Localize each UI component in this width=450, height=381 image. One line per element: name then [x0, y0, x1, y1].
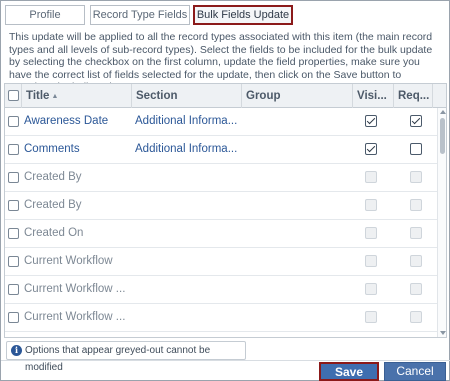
- visible-checkbox: [365, 283, 377, 295]
- grid-body: Awareness Date Additional Informa... Comme…: [5, 108, 437, 332]
- field-section: [135, 304, 239, 331]
- row-select-checkbox[interactable]: [8, 200, 19, 211]
- cancel-button[interactable]: Cancel: [384, 362, 446, 381]
- visible-checkbox[interactable]: [365, 143, 377, 155]
- tab-profile[interactable]: Profile: [5, 5, 85, 25]
- field-section: [135, 248, 239, 275]
- visible-checkbox: [365, 255, 377, 267]
- row-select-checkbox[interactable]: [8, 256, 19, 267]
- row-select-checkbox[interactable]: [8, 144, 19, 155]
- tab-record-type-fields[interactable]: Record Type Fields: [90, 5, 190, 25]
- scroll-down-icon[interactable]: [440, 331, 446, 335]
- header-select-cell: [5, 84, 22, 108]
- row-select-checkbox[interactable]: [8, 312, 19, 323]
- visible-checkbox: [365, 171, 377, 183]
- field-section: [135, 220, 239, 247]
- table-row[interactable]: Created By: [5, 192, 437, 220]
- save-button[interactable]: Save: [319, 362, 379, 381]
- row-select-checkbox[interactable]: [8, 172, 19, 183]
- checkmark-icon: [366, 115, 376, 125]
- checkmark-icon: [411, 115, 421, 125]
- checkmark-icon: [366, 143, 376, 153]
- field-section: [135, 164, 239, 191]
- table-row[interactable]: Created By: [5, 164, 437, 192]
- field-title[interactable]: Comments: [24, 136, 130, 163]
- required-checkbox: [410, 199, 422, 211]
- column-header-required[interactable]: Req...: [394, 84, 433, 108]
- scroll-up-icon[interactable]: [440, 110, 446, 114]
- select-all-checkbox[interactable]: [8, 90, 19, 101]
- info-icon: i: [11, 345, 22, 356]
- info-note: i Options that appear greyed-out cannot …: [6, 341, 246, 373]
- field-section: [135, 192, 239, 219]
- field-section[interactable]: Additional Informa...: [135, 136, 239, 163]
- table-row[interactable]: Current Workflow: [5, 248, 437, 276]
- required-checkbox: [410, 171, 422, 183]
- field-title: Created By: [24, 171, 82, 183]
- field-title: Current Workflow: [24, 255, 113, 267]
- table-row[interactable]: Created On: [5, 220, 437, 248]
- field-title: Current Workflow ...: [24, 311, 126, 323]
- field-title: Created On: [24, 227, 84, 239]
- visible-checkbox: [365, 199, 377, 211]
- field-title[interactable]: Awareness Date: [24, 108, 130, 135]
- visible-checkbox: [365, 311, 377, 323]
- sort-ascending-icon: ▲: [51, 93, 59, 100]
- tab-bulk-fields-update[interactable]: Bulk Fields Update: [193, 5, 293, 25]
- required-checkbox[interactable]: [410, 143, 422, 155]
- visible-checkbox: [365, 227, 377, 239]
- visible-checkbox[interactable]: [365, 115, 377, 127]
- required-checkbox: [410, 227, 422, 239]
- field-title: Current Workflow ...: [24, 283, 126, 295]
- required-checkbox: [410, 283, 422, 295]
- vertical-scrollbar[interactable]: [437, 108, 446, 337]
- column-header-group[interactable]: Group: [242, 84, 353, 108]
- scroll-thumb[interactable]: [440, 118, 445, 154]
- table-row[interactable]: Awareness Date Additional Informa...: [5, 108, 437, 136]
- footer-divider: [1, 360, 450, 361]
- row-select-checkbox[interactable]: [8, 116, 19, 127]
- row-select-checkbox[interactable]: [8, 284, 19, 295]
- required-checkbox: [410, 311, 422, 323]
- field-title: Created By: [24, 199, 82, 211]
- info-note-text: Options that appear greyed-out cannot be…: [25, 345, 211, 373]
- table-row[interactable]: Comments Additional Informa...: [5, 136, 437, 164]
- table-row[interactable]: Current Workflow ...: [5, 304, 437, 332]
- field-section: [135, 276, 239, 303]
- field-section[interactable]: Additional Informa...: [135, 108, 239, 135]
- table-row[interactable]: Current Workflow ...: [5, 276, 437, 304]
- bulk-fields-dialog: Profile Record Type Fields Bulk Fields U…: [0, 0, 450, 381]
- fields-grid: Title ▲ Section Group Visi... Req... Awar…: [4, 83, 447, 338]
- required-checkbox: [410, 255, 422, 267]
- column-title-label: Title: [26, 90, 50, 102]
- column-header-title[interactable]: Title ▲: [22, 84, 132, 108]
- row-select-checkbox[interactable]: [8, 228, 19, 239]
- grid-header: Title ▲ Section Group Visi... Req...: [5, 84, 446, 108]
- column-header-visible[interactable]: Visi...: [353, 84, 394, 108]
- column-header-section[interactable]: Section: [132, 84, 242, 108]
- required-checkbox[interactable]: [410, 115, 422, 127]
- tab-bar: Profile Record Type Fields Bulk Fields U…: [5, 5, 445, 27]
